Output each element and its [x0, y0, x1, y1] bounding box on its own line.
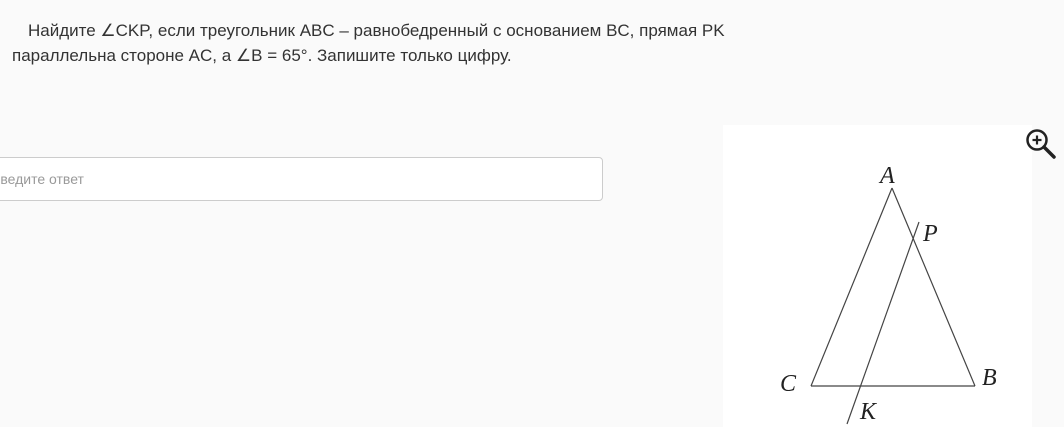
question-line-2: параллельна стороне AC, а ∠B = 65°. Запи…: [12, 46, 512, 65]
line-pk: [846, 221, 920, 425]
side-ab: [891, 187, 976, 387]
zoom-in-button[interactable]: [1024, 127, 1058, 161]
zoom-in-icon: [1026, 129, 1056, 159]
answer-input[interactable]: [0, 157, 603, 201]
label-c: C: [780, 371, 797, 397]
label-p: P: [922, 221, 938, 247]
label-b: B: [982, 365, 997, 391]
label-k: K: [859, 399, 878, 425]
triangle-diagram: A P C B K: [780, 163, 997, 425]
question-text: Найдите ∠CKP, если треугольник ABC – рав…: [12, 18, 772, 68]
side-ac: [810, 187, 893, 387]
triangle-figure: A P C B K: [723, 125, 1032, 427]
label-a: A: [878, 163, 895, 189]
question-line-1: Найдите ∠CKP, если треугольник ABC – рав…: [28, 21, 725, 40]
